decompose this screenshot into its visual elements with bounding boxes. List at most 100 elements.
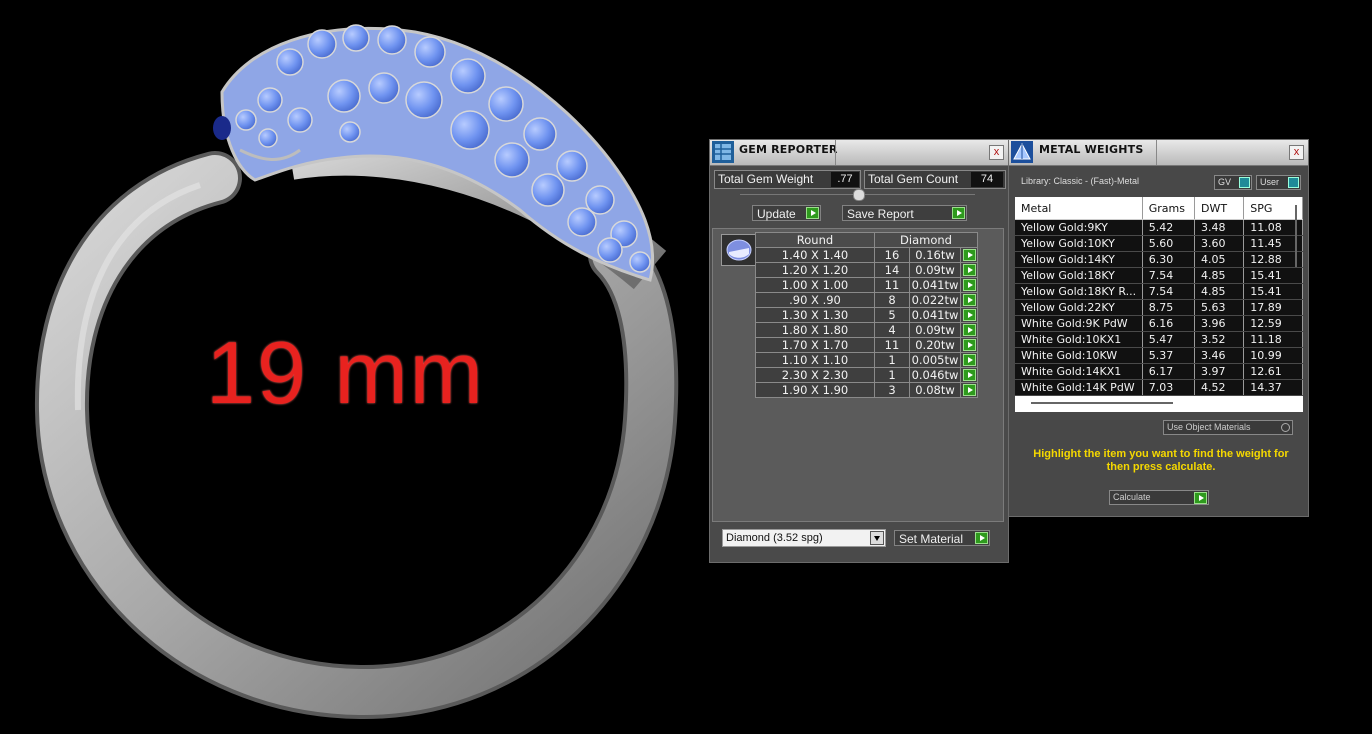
gv-toggle-label: GV [1218,177,1232,187]
dwt-column-header[interactable]: DWT [1194,197,1245,220]
gem-row-action[interactable] [960,322,978,338]
dwt-cell: 5.63 [1194,299,1245,316]
play-arrow-icon [962,324,976,336]
gem-weight-cell: 0.046tw [909,367,961,383]
size-label: 19 mm [206,323,485,422]
user-toggle-label: User [1260,177,1280,187]
metal-row[interactable]: White Gold:14K PdW 7.03 4.52 14.37 [1015,379,1303,396]
metal-name-cell: White Gold:14K PdW [1015,379,1143,396]
spg-cell: 15.41 [1243,267,1303,284]
gem-row-action[interactable] [960,307,978,323]
total-gem-count-field: Total Gem Count 74 [864,170,1006,189]
horizontal-scrollbar[interactable] [1031,402,1173,404]
calculate-hint: Highlight the item you want to find the … [1033,448,1289,473]
gem-table: Round Diamond 1.40 X 1.40 16 0.16tw 1.20 X … [755,232,978,398]
dwt-cell: 3.60 [1194,235,1245,252]
gem-row[interactable]: 1.40 X 1.40 16 0.16tw [755,247,978,263]
gem-row-action[interactable] [960,367,978,383]
gem-reporter-titlebar[interactable]: GEM REPORTER x [710,140,1008,166]
gem-row-action[interactable] [960,277,978,293]
metal-row[interactable]: Yellow Gold:18KY R... 7.54 4.85 15.41 [1015,283,1303,300]
gem-material-select-value: Diamond (3.52 spg) [726,532,823,544]
dwt-cell: 4.05 [1194,251,1245,268]
gem-count-cell: 5 [874,307,910,323]
spg-column-header[interactable]: SPG [1243,197,1303,220]
title-tab-divider [1156,140,1157,165]
play-arrow-icon [952,207,965,219]
metal-column-header[interactable]: Metal [1015,197,1143,220]
grams-cell: 7.03 [1142,379,1195,396]
3d-viewport[interactable]: 19 mm [0,0,700,734]
metal-weights-titlebar[interactable]: METAL WEIGHTS x [1009,140,1308,166]
metal-row[interactable]: White Gold:10KX1 5.47 3.52 11.18 [1015,331,1303,348]
gem-row[interactable]: 2.30 X 2.30 1 0.046tw [755,367,978,383]
gem-row-action[interactable] [960,247,978,263]
splitter-handle[interactable] [853,189,865,201]
metal-row[interactable]: Yellow Gold:22KY 8.75 5.63 17.89 [1015,299,1303,316]
gem-row[interactable]: 1.70 X 1.70 11 0.20tw [755,337,978,353]
gv-toggle[interactable]: GV [1214,175,1252,190]
dwt-cell: 3.96 [1194,315,1245,332]
grams-column-header[interactable]: Grams [1142,197,1195,220]
total-gem-count-label: Total Gem Count [868,172,959,186]
grams-cell: 6.17 [1142,363,1195,380]
play-arrow-icon [962,249,976,261]
grams-cell: 5.42 [1142,219,1195,236]
gem-row-action[interactable] [960,262,978,278]
gem-row-action[interactable] [960,292,978,308]
metal-row[interactable]: White Gold:14KX1 6.17 3.97 12.61 [1015,363,1303,380]
gem-row[interactable]: .90 X .90 8 0.022tw [755,292,978,308]
metal-name-cell: White Gold:10KW [1015,347,1143,364]
chevron-down-icon[interactable] [870,531,884,545]
play-arrow-icon [962,309,976,321]
gem-reporter-title: GEM REPORTER [739,143,838,156]
gem-size-cell: 1.30 X 1.30 [755,307,875,323]
metal-weights-icon [1011,141,1033,163]
play-arrow-icon [962,369,976,381]
gem-row[interactable]: 1.30 X 1.30 5 0.041tw [755,307,978,323]
gem-row[interactable]: 1.20 X 1.20 14 0.09tw [755,262,978,278]
play-arrow-icon [806,207,819,219]
metal-row[interactable]: Yellow Gold:18KY 7.54 4.85 15.41 [1015,267,1303,284]
gem-row-action[interactable] [960,337,978,353]
gem-row[interactable]: 1.00 X 1.00 11 0.041tw [755,277,978,293]
gem-material-select[interactable]: Diamond (3.52 spg) [722,529,886,547]
save-report-button[interactable]: Save Report [842,205,967,221]
grams-cell: 7.54 [1142,283,1195,300]
use-object-materials-toggle[interactable]: Use Object Materials [1163,420,1293,435]
round-gem-icon[interactable] [721,234,757,266]
metal-name-cell: Yellow Gold:14KY [1015,251,1143,268]
gem-row-action[interactable] [960,382,978,398]
metal-row[interactable]: Yellow Gold:10KY 5.60 3.60 11.45 [1015,235,1303,252]
metal-row[interactable]: Yellow Gold:14KY 6.30 4.05 12.88 [1015,251,1303,268]
update-button[interactable]: Update [752,205,821,221]
metal-row[interactable]: White Gold:10KW 5.37 3.46 10.99 [1015,347,1303,364]
gem-count-cell: 11 [874,277,910,293]
set-material-button[interactable]: Set Material [894,530,990,546]
metal-row[interactable]: White Gold:9K PdW 6.16 3.96 12.59 [1015,315,1303,332]
gem-weight-cell: 0.022tw [909,292,961,308]
metal-table-container[interactable]: Metal Grams DWT SPG Yellow Gold:9KY 5.42 3… [1015,197,1303,412]
metal-row[interactable]: Yellow Gold:9KY 5.42 3.48 11.08 [1015,219,1303,236]
gem-weight-cell: 0.041tw [909,277,961,293]
gem-weight-cell: 0.16tw [909,247,961,263]
metal-name-cell: Yellow Gold:18KY R... [1015,283,1143,300]
play-arrow-icon [962,354,976,366]
gem-row[interactable]: 1.10 X 1.10 1 0.005tw [755,352,978,368]
metal-name-cell: Yellow Gold:10KY [1015,235,1143,252]
user-toggle[interactable]: User [1256,175,1301,190]
gem-weight-cell: 0.041tw [909,307,961,323]
gem-shape-header: Round [755,232,875,248]
close-icon[interactable]: x [1289,145,1304,160]
metal-table: Metal Grams DWT SPG Yellow Gold:9KY 5.42 3… [1015,197,1303,396]
grams-cell: 7.54 [1142,267,1195,284]
gem-row[interactable]: 1.90 X 1.90 3 0.08tw [755,382,978,398]
calculate-button[interactable]: Calculate [1109,490,1209,505]
dwt-cell: 3.97 [1194,363,1245,380]
gem-size-cell: 1.70 X 1.70 [755,337,875,353]
close-icon[interactable]: x [989,145,1004,160]
gem-row[interactable]: 1.80 X 1.80 4 0.09tw [755,322,978,338]
gem-size-cell: 1.20 X 1.20 [755,262,875,278]
vertical-scrollbar[interactable] [1295,205,1297,267]
gem-row-action[interactable] [960,352,978,368]
